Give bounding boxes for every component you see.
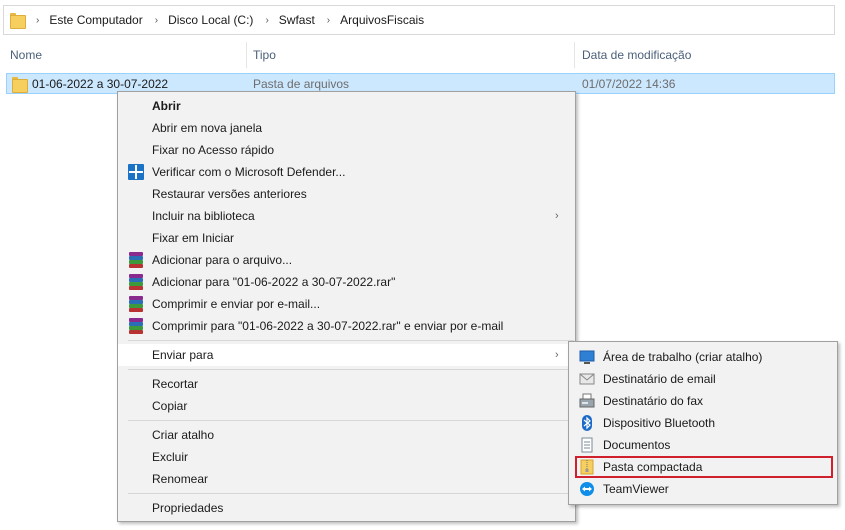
menu-item-label: Recortar	[152, 377, 199, 391]
menu-item-label: Adicionar para "01-06-2022 a 30-07-2022.…	[152, 275, 396, 289]
chevron-right-icon: ›	[36, 14, 40, 26]
bluetooth-icon	[582, 415, 592, 431]
menu-item-add-to-archive[interactable]: Adicionar para o arquivo...	[118, 249, 575, 271]
column-header-name[interactable]: Nome	[10, 40, 42, 70]
menu-item-send-to[interactable]: Enviar para ›	[118, 344, 575, 366]
menu-item-label: Adicionar para o arquivo...	[152, 253, 293, 267]
send-to-desktop[interactable]: Área de trabalho (criar atalho)	[569, 346, 837, 368]
winrar-icon	[128, 274, 144, 290]
menu-item-label: Criar atalho	[152, 428, 215, 442]
menu-item-label: Abrir	[152, 99, 181, 113]
teamviewer-icon	[580, 482, 594, 496]
menu-item-scan-defender[interactable]: Verificar com o Microsoft Defender...	[118, 161, 575, 183]
menu-item-properties[interactable]: Propriedades	[118, 497, 575, 519]
menu-separator	[128, 340, 574, 341]
chevron-right-icon: ›	[555, 210, 559, 222]
menu-item-pin-start[interactable]: Fixar em Iniciar	[118, 227, 575, 249]
menu-item-label: Fixar em Iniciar	[152, 231, 235, 245]
menu-item-restore-versions[interactable]: Restaurar versões anteriores	[118, 183, 575, 205]
folder-icon	[10, 12, 26, 29]
winrar-icon	[128, 252, 144, 268]
menu-separator	[128, 420, 574, 421]
fax-icon	[579, 393, 595, 408]
menu-item-delete[interactable]: Excluir	[118, 446, 575, 468]
menu-item-copy[interactable]: Copiar	[118, 395, 575, 417]
send-to-teamviewer[interactable]: TeamViewer	[569, 478, 837, 500]
column-divider[interactable]	[574, 42, 575, 68]
menu-item-label: Enviar para	[152, 348, 214, 362]
menu-item-add-to-rar[interactable]: Adicionar para "01-06-2022 a 30-07-2022.…	[118, 271, 575, 293]
send-to-mail[interactable]: Destinatário de email	[569, 368, 837, 390]
winrar-icon	[128, 296, 144, 312]
context-menu: Abrir Abrir em nova janela Fixar no Aces…	[117, 91, 576, 522]
file-modified: 01/07/2022 14:36	[582, 77, 676, 91]
column-divider[interactable]	[246, 42, 247, 68]
menu-item-label: Verificar com o Microsoft Defender...	[152, 165, 346, 179]
menu-item-rename[interactable]: Renomear	[118, 468, 575, 490]
breadcrumb-item-local-disk[interactable]: Disco Local (C:)	[168, 13, 253, 27]
chevron-right-icon: ›	[555, 349, 559, 361]
submenu-item-label: Destinatário de email	[603, 372, 716, 386]
menu-item-label: Excluir	[152, 450, 189, 464]
file-type: Pasta de arquivos	[253, 77, 350, 91]
menu-item-compress-rar-email[interactable]: Comprimir para "01-06-2022 a 30-07-2022.…	[118, 315, 575, 337]
menu-item-label: Fixar no Acesso rápido	[152, 143, 275, 157]
address-bar[interactable]: › Este Computador › Disco Local (C:) › S…	[3, 5, 835, 35]
menu-item-create-shortcut[interactable]: Criar atalho	[118, 424, 575, 446]
send-to-fax[interactable]: Destinatário do fax	[569, 390, 837, 412]
submenu-item-label: TeamViewer	[603, 482, 669, 496]
menu-item-label: Restaurar versões anteriores	[152, 187, 307, 201]
menu-item-label: Propriedades	[152, 501, 224, 515]
submenu-item-label: Destinatário do fax	[603, 394, 704, 408]
column-header-modified[interactable]: Data de modificação	[582, 40, 691, 70]
breadcrumb-item-arquivosfiscais[interactable]: ArquivosFiscais	[340, 13, 424, 27]
folder-icon	[12, 76, 28, 93]
menu-separator	[128, 369, 574, 370]
menu-item-include-library[interactable]: Incluir na biblioteca ›	[118, 205, 575, 227]
desktop-icon	[579, 350, 595, 364]
defender-shield-icon	[128, 164, 144, 180]
menu-item-cut[interactable]: Recortar	[118, 373, 575, 395]
breadcrumb-item-swfast[interactable]: Swfast	[279, 13, 315, 27]
file-name: 01-06-2022 a 30-07-2022	[32, 77, 169, 91]
chevron-right-icon[interactable]: ›	[155, 15, 158, 26]
menu-item-open-new-window[interactable]: Abrir em nova janela	[118, 117, 575, 139]
documents-icon	[581, 437, 593, 453]
chevron-right-icon[interactable]: ›	[265, 15, 268, 26]
highlight-annotation	[575, 456, 833, 478]
send-to-submenu: Área de trabalho (criar atalho) Destinat…	[568, 341, 838, 505]
menu-item-label: Incluir na biblioteca	[152, 209, 255, 223]
menu-item-label: Comprimir e enviar por e-mail...	[152, 297, 321, 311]
breadcrumb-item-this-pc[interactable]: Este Computador	[49, 13, 142, 27]
menu-item-compress-email[interactable]: Comprimir e enviar por e-mail...	[118, 293, 575, 315]
chevron-right-icon[interactable]: ›	[327, 15, 330, 26]
column-headers: Nome Tipo Data de modificação	[0, 40, 845, 70]
send-to-documents[interactable]: Documentos	[569, 434, 837, 456]
menu-item-label: Renomear	[152, 472, 209, 486]
column-header-type[interactable]: Tipo	[253, 40, 276, 70]
menu-item-open[interactable]: Abrir	[118, 95, 575, 117]
submenu-item-label: Documentos	[603, 438, 671, 452]
menu-separator	[128, 493, 574, 494]
menu-item-label: Comprimir para "01-06-2022 a 30-07-2022.…	[152, 319, 504, 333]
menu-item-label: Abrir em nova janela	[152, 121, 263, 135]
menu-item-label: Copiar	[152, 399, 188, 413]
winrar-icon	[128, 318, 144, 334]
mail-icon	[579, 373, 595, 385]
send-to-bluetooth[interactable]: Dispositivo Bluetooth	[569, 412, 837, 434]
submenu-item-label: Dispositivo Bluetooth	[603, 416, 716, 430]
menu-item-pin-quick-access[interactable]: Fixar no Acesso rápido	[118, 139, 575, 161]
submenu-item-label: Área de trabalho (criar atalho)	[603, 350, 763, 364]
breadcrumb: › Este Computador › Disco Local (C:) › S…	[24, 13, 424, 27]
